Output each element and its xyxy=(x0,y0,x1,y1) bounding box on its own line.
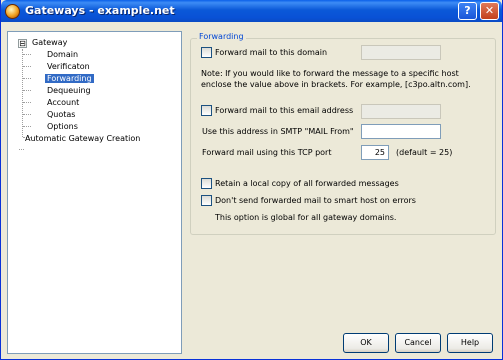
window-title: Gateways - example.net xyxy=(25,4,175,17)
tree-item-label: Account xyxy=(47,98,80,107)
smtp-from-field[interactable] xyxy=(361,124,441,139)
help-button[interactable]: Help xyxy=(447,333,493,353)
close-icon[interactable]: ✕ xyxy=(480,2,499,20)
forward-email-checkbox[interactable] xyxy=(201,105,212,116)
tree-item-label: Verificaton xyxy=(47,62,90,71)
retain-copy-checkbox[interactable] xyxy=(201,178,212,189)
tree-item-account[interactable]: Account xyxy=(47,97,79,108)
tcp-port-field[interactable]: 25 xyxy=(361,145,389,160)
tree-item-label: Automatic Gateway Creation xyxy=(25,134,141,143)
tree-item-domain[interactable]: Domain xyxy=(47,49,78,60)
title-bar[interactable]: Gateways - example.net ? ✕ xyxy=(1,0,502,22)
forward-domain-checkbox[interactable] xyxy=(201,47,212,58)
tree-item-quotas[interactable]: Quotas xyxy=(47,109,75,120)
tcp-port-default: (default = 25) xyxy=(396,148,453,157)
tree-item-automatic-gateway-creation[interactable]: Automatic Gateway Creation xyxy=(25,133,140,144)
forward-email-field[interactable] xyxy=(361,104,441,119)
tree-item-label: Forwarding xyxy=(45,74,94,83)
global-option-note: This option is global for all gateway do… xyxy=(215,213,397,222)
no-smart-host-checkbox[interactable] xyxy=(201,195,212,206)
cancel-button[interactable]: Cancel xyxy=(395,333,441,353)
forward-domain-label: Forward mail to this domain xyxy=(215,48,328,57)
smtp-from-label: Use this address in SMTP "MAIL From" xyxy=(202,127,354,136)
tree-item-dequeuing[interactable]: Dequeuing xyxy=(47,85,91,96)
tree-item-label: Dequeuing xyxy=(47,86,91,95)
collapse-icon[interactable]: ⊟ xyxy=(18,39,27,48)
forward-domain-field[interactable] xyxy=(361,45,441,60)
tree-item-options[interactable]: Options xyxy=(47,121,78,132)
navigation-tree[interactable]: ⊟ Gateway Domain Verificaton Forwarding … xyxy=(7,31,182,354)
tree-item-label: Gateway xyxy=(32,38,68,47)
tree-item-label: Domain xyxy=(47,50,79,59)
tree-item-gateway[interactable]: Gateway xyxy=(32,37,67,48)
gateways-dialog: Gateways - example.net ? ✕ ⊟ Gateway Dom… xyxy=(0,0,503,360)
tree-item-label: Quotas xyxy=(47,110,76,119)
help-icon[interactable]: ? xyxy=(458,2,477,20)
forward-email-label: Forward mail to this email address xyxy=(215,106,354,115)
tree-item-verification[interactable]: Verificaton xyxy=(47,61,90,72)
app-icon xyxy=(5,4,20,19)
retain-copy-label: Retain a local copy of all forwarded mes… xyxy=(215,179,399,188)
forward-domain-note: Note: If you would like to forward the m… xyxy=(201,69,471,89)
tcp-port-label: Forward mail using this TCP port xyxy=(202,148,332,157)
no-smart-host-label: Don't send forwarded mail to smart host … xyxy=(215,196,416,205)
group-title: Forwarding xyxy=(197,32,246,41)
tree-item-forwarding[interactable]: Forwarding xyxy=(45,73,94,84)
tree-item-label: Options xyxy=(47,122,78,131)
ok-button[interactable]: OK xyxy=(343,333,389,353)
